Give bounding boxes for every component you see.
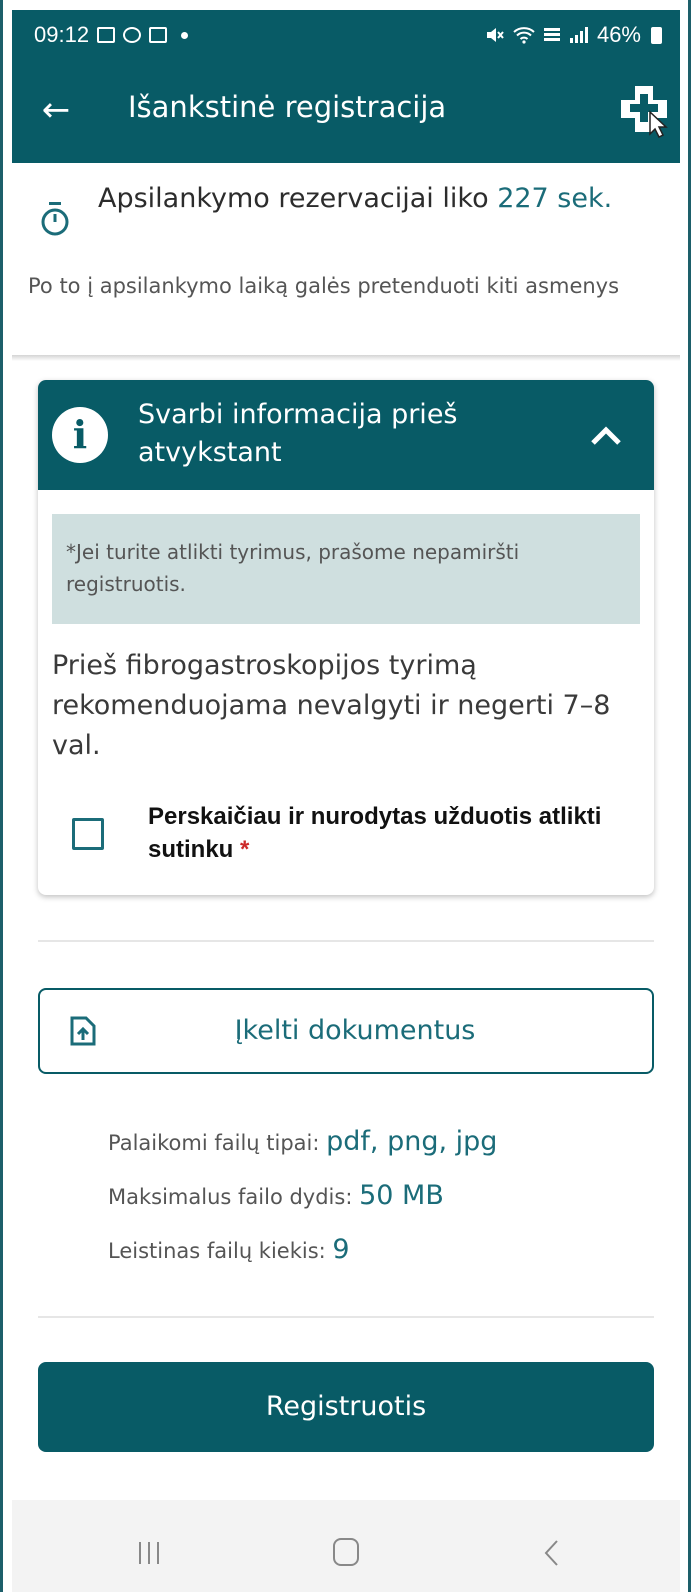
info-card: i Svarbi informacija prieš atvykstant *J… [38,380,654,895]
calendar-icon [149,27,168,43]
countdown-prefix: Apsilankymo rezervacijai liko [98,183,498,214]
status-left: 09:12 [34,22,189,48]
info-card-header[interactable]: i Svarbi informacija prieš atvykstant [38,380,654,490]
file-types-label: Palaikomi failų tipai: [108,1131,327,1155]
consent-text: Perskaičiau ir nurodytas užduotis atlikt… [148,803,602,863]
info-card-title: Svarbi informacija prieš atvykstant [138,399,458,468]
countdown-value: 227 sek. [497,183,613,214]
file-types-info: Palaikomi failų tipai: pdf, png, jpg [108,1126,628,1157]
stopwatch-icon [41,202,69,236]
max-size-label: Maksimalus failo dydis: [108,1185,360,1209]
section-divider [12,355,680,361]
consent-checkbox-label[interactable]: Perskaičiau ir nurodytas užduotis atlikt… [148,800,638,866]
back-arrow-icon[interactable]: ← [34,88,78,132]
countdown-note: Po to į apsilankymo laiką galės pretendu… [28,274,620,298]
battery-percentage: 46% [596,22,641,47]
home-icon[interactable] [333,1538,359,1566]
status-bar: 09:12 46% [12,10,680,60]
file-types-value: pdf, png, jpg [326,1126,498,1157]
status-right: 46% [485,22,662,48]
recent-apps-icon[interactable] [134,1540,164,1566]
max-size-info: Maksimalus failo dydis: 50 MB [108,1180,628,1211]
notification-dot-icon [181,31,189,39]
info-body-text: Prieš fibrogastroskopijos tyrimą rekomen… [52,650,611,761]
lte-icon [543,28,560,41]
register-button[interactable]: Registruotis [38,1362,654,1452]
nav-back-icon[interactable] [542,1538,560,1568]
info-note-box: *Jei turite atlikti tyrimus, prašome nep… [52,514,640,624]
wifi-icon [513,27,535,44]
max-size-value: 50 MB [359,1180,444,1211]
gallery-icon [97,27,116,43]
chevron-up-icon[interactable] [590,424,622,446]
medical-plus-icon[interactable] [618,82,670,138]
max-count-label: Leistinas failų kiekis: [108,1239,333,1263]
mute-icon [486,28,504,42]
consent-checkbox[interactable] [72,818,104,850]
system-nav-bar [12,1500,680,1592]
signal-icon [569,27,588,43]
app-bar: ← Išankstinė registracija [12,60,680,163]
reservation-countdown: Apsilankymo rezervacijai liko 227 sek. [98,180,658,218]
upload-button-label: Įkelti dokumentus [234,1015,476,1046]
max-count-value: 9 [332,1234,350,1265]
battery-icon [651,26,662,44]
messenger-icon [123,27,142,43]
required-mark: * [240,836,250,863]
info-icon: i [52,407,108,463]
page-title: Išankstinė registracija [128,90,447,124]
divider [38,940,654,942]
upload-documents-button[interactable]: Įkelti dokumentus [38,988,654,1074]
divider [38,1316,654,1318]
status-time: 09:12 [34,22,90,47]
max-count-info: Leistinas failų kiekis: 9 [108,1234,628,1265]
